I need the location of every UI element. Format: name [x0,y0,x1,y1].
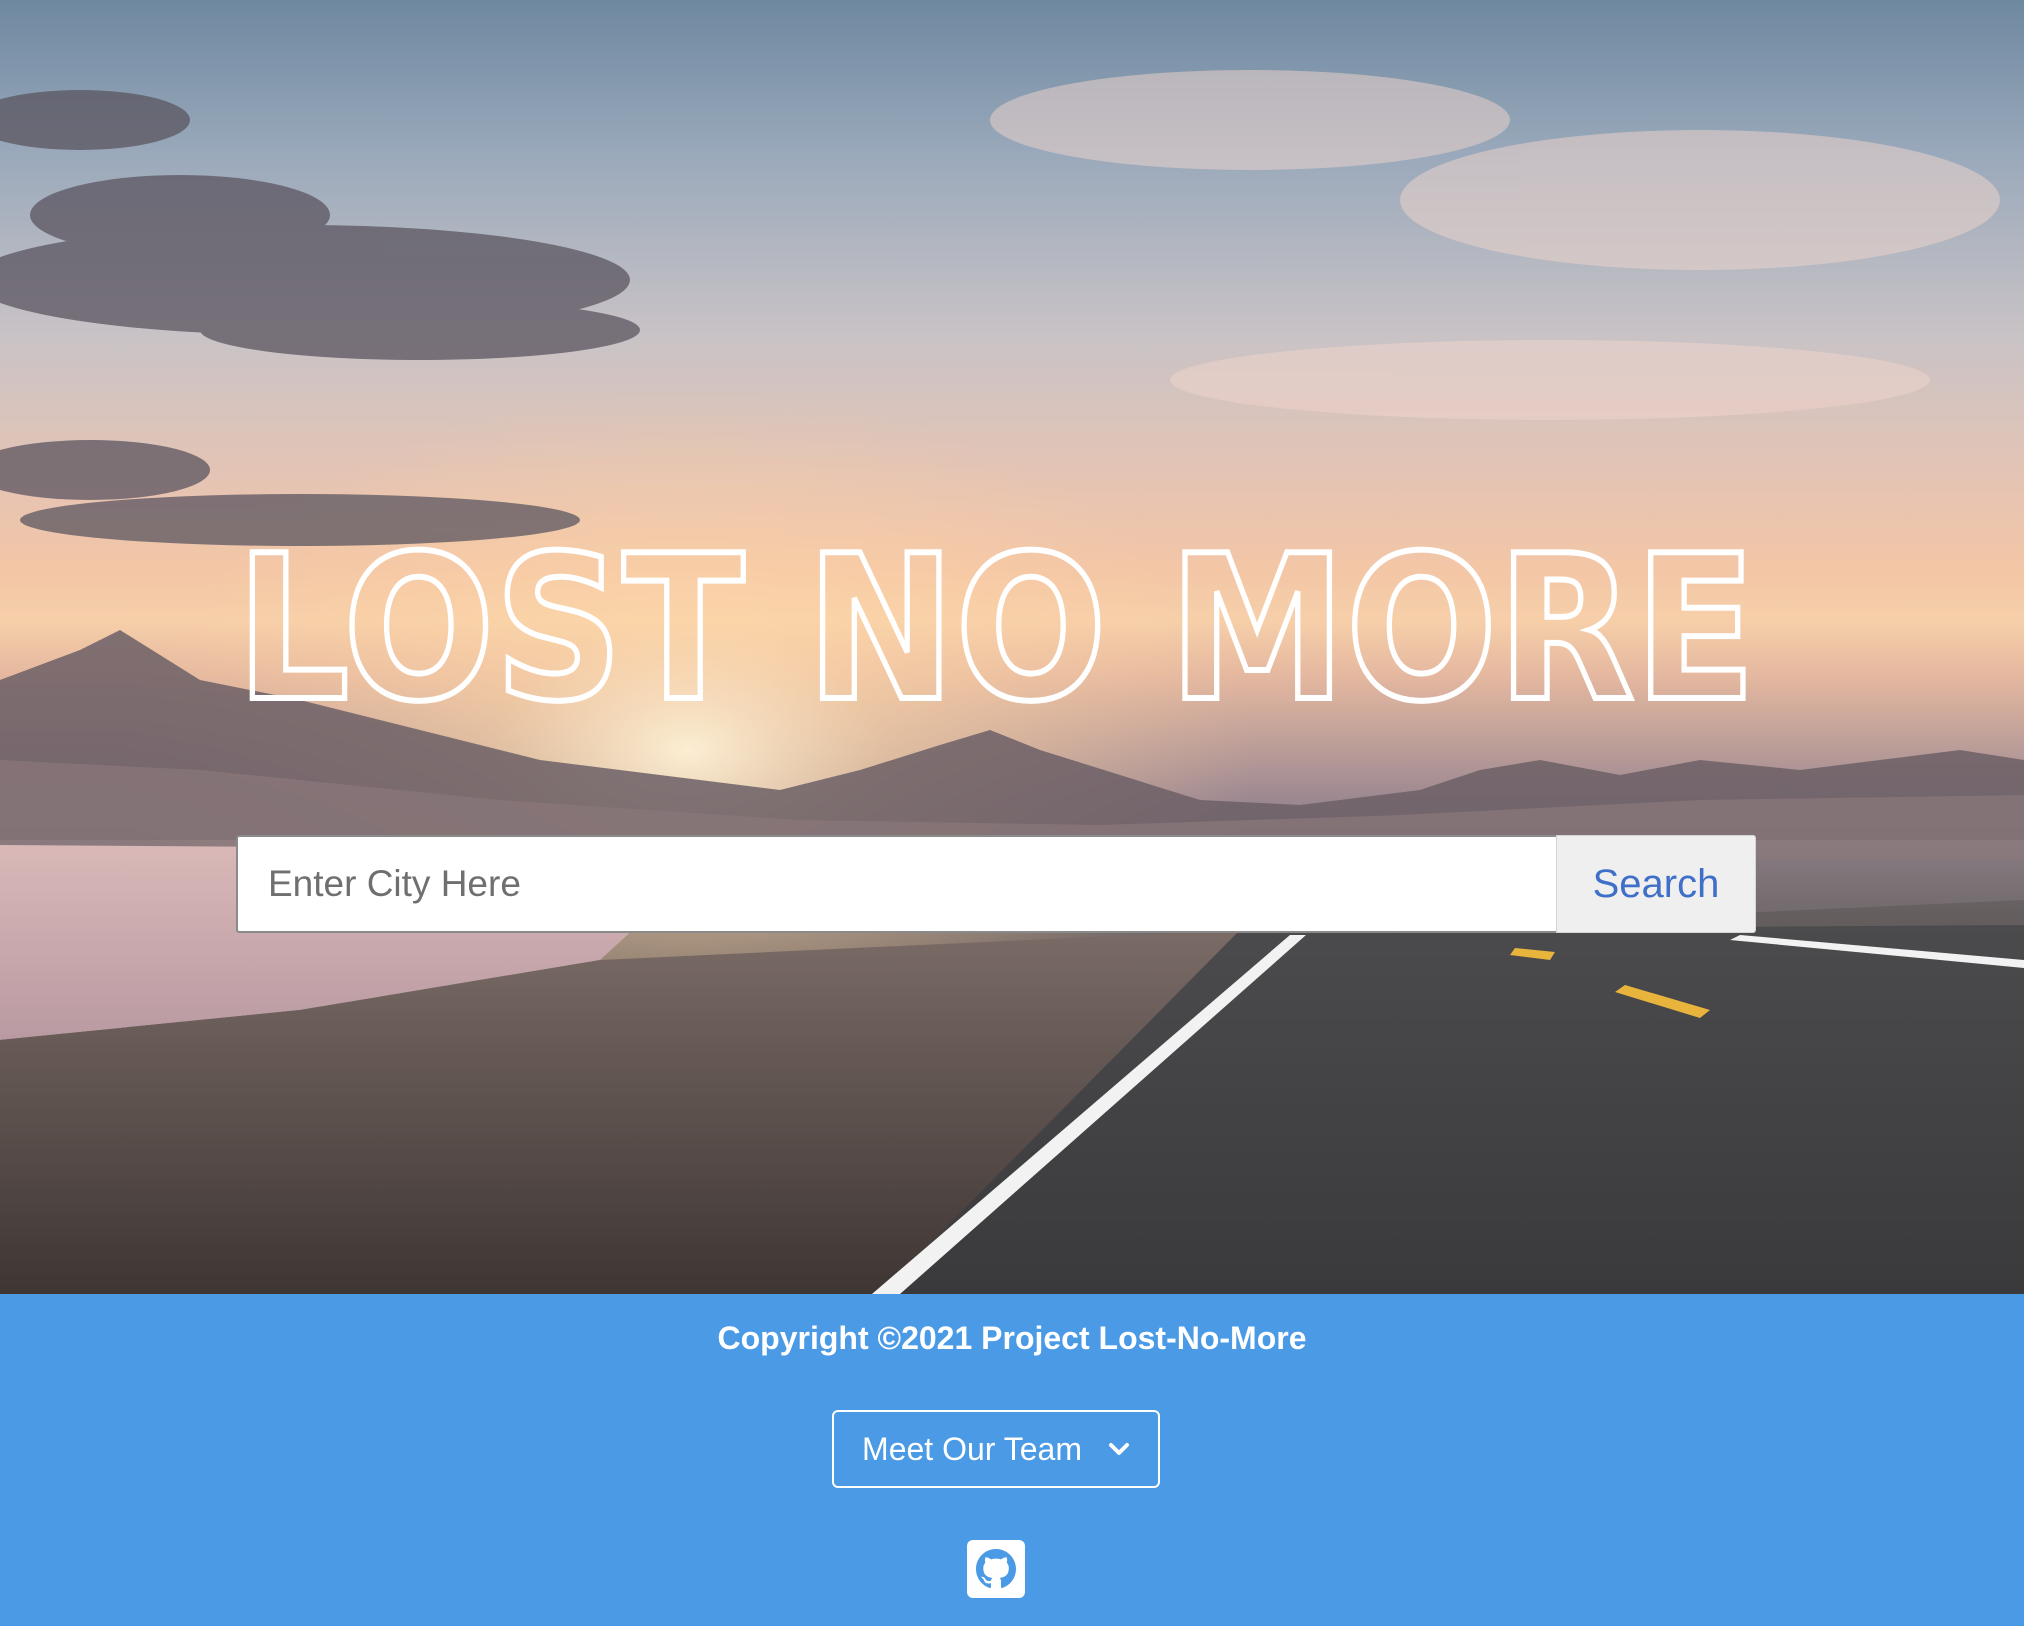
hero-section: LOST NO MORE Search [0,0,2024,1294]
meet-our-team-label: Meet Our Team [862,1430,1082,1467]
meet-our-team-dropdown[interactable]: Meet Our Team [832,1410,1160,1488]
footer: Copyright ©2021 Project Lost-No-More Mee… [0,1294,2024,1626]
github-link[interactable] [967,1540,1025,1598]
site-logo: LOST NO MORE [236,540,1756,710]
github-icon [976,1549,1016,1589]
search-button[interactable]: Search [1556,835,1756,933]
page: LOST NO MORE Search Copyright ©2021 Proj… [0,0,2024,1626]
chevron-down-icon [1108,1443,1129,1455]
logo-text: LOST NO MORE [236,540,1756,710]
search-bar: Search [236,835,1756,933]
copyright-text: Copyright ©2021 Project Lost-No-More [717,1320,1307,1356]
city-search-input[interactable] [236,835,1556,933]
